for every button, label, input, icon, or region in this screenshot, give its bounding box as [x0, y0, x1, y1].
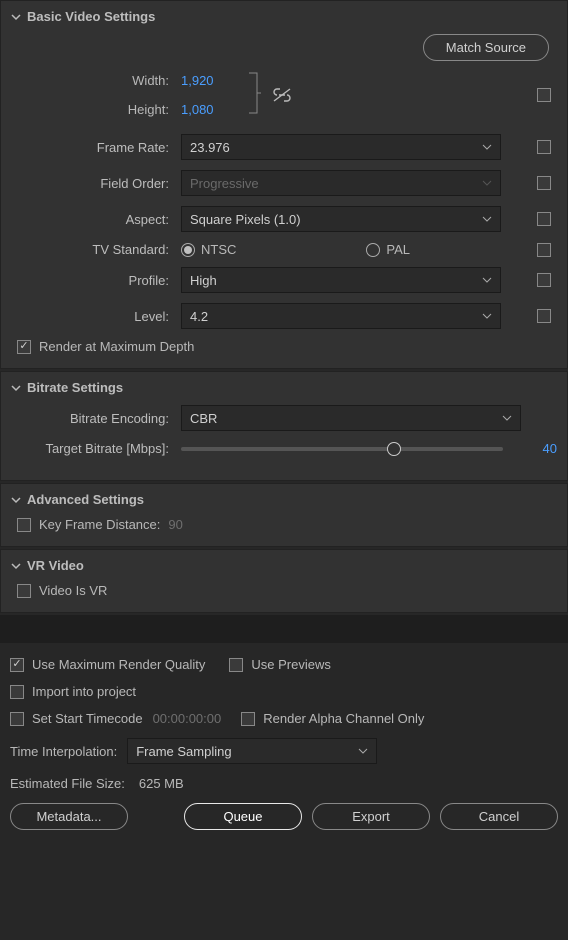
radio-icon: [181, 243, 195, 257]
use-previews-checkbox[interactable]: [229, 658, 243, 672]
advanced-header[interactable]: Advanced Settings: [11, 492, 557, 507]
bitrate-encoding-select[interactable]: CBR: [181, 405, 521, 431]
radio-icon: [366, 243, 380, 257]
footer-panel: Use Maximum Render Quality Use Previews …: [0, 643, 568, 844]
key-frame-distance-label: Key Frame Distance:: [39, 517, 160, 532]
time-interpolation-select[interactable]: Frame Sampling: [127, 738, 377, 764]
aspect-match-checkbox[interactable]: [537, 212, 551, 226]
import-into-project-label: Import into project: [32, 684, 136, 699]
ntsc-radio[interactable]: NTSC: [181, 242, 236, 257]
use-max-render-checkbox[interactable]: [10, 658, 24, 672]
set-start-timecode-label: Set Start Timecode: [32, 711, 143, 726]
chevron-down-icon: [11, 12, 21, 22]
target-bitrate-value[interactable]: 40: [517, 441, 557, 456]
profile-select[interactable]: High: [181, 267, 501, 293]
chevron-down-icon: [502, 413, 512, 423]
render-alpha-label: Render Alpha Channel Only: [263, 711, 424, 726]
vr-video-panel: VR Video Video Is VR: [0, 549, 568, 613]
video-is-vr-checkbox[interactable]: [17, 584, 31, 598]
render-alpha-checkbox[interactable]: [241, 712, 255, 726]
height-value[interactable]: 1,080: [181, 102, 214, 117]
time-interpolation-label: Time Interpolation:: [10, 744, 117, 759]
advanced-title: Advanced Settings: [27, 492, 144, 507]
chevron-down-icon: [482, 311, 492, 321]
field-order-label: Field Order:: [11, 176, 181, 191]
profile-match-checkbox[interactable]: [537, 273, 551, 287]
queue-button[interactable]: Queue: [184, 803, 302, 830]
chevron-down-icon: [11, 383, 21, 393]
profile-label: Profile:: [11, 273, 181, 288]
bitrate-header[interactable]: Bitrate Settings: [11, 380, 557, 395]
level-label: Level:: [11, 309, 181, 324]
aspect-select[interactable]: Square Pixels (1.0): [181, 206, 501, 232]
width-label: Width:: [132, 73, 169, 88]
width-value[interactable]: 1,920: [181, 73, 214, 88]
dimensions-match-checkbox[interactable]: [537, 88, 551, 102]
cancel-button[interactable]: Cancel: [440, 803, 558, 830]
chevron-down-icon: [358, 746, 368, 756]
level-match-checkbox[interactable]: [537, 309, 551, 323]
frame-rate-label: Frame Rate:: [11, 140, 181, 155]
field-order-match-checkbox[interactable]: [537, 176, 551, 190]
basic-video-title: Basic Video Settings: [27, 9, 155, 24]
chevron-down-icon: [482, 275, 492, 285]
vr-header[interactable]: VR Video: [11, 558, 557, 573]
set-start-timecode-checkbox[interactable]: [10, 712, 24, 726]
frame-rate-select[interactable]: 23.976: [181, 134, 501, 160]
slider-thumb[interactable]: [387, 442, 401, 456]
basic-video-settings-panel: Basic Video Settings Match Source Width:…: [0, 0, 568, 369]
chevron-down-icon: [482, 178, 492, 188]
estimated-file-size-value: 625 MB: [139, 776, 184, 791]
use-max-render-label: Use Maximum Render Quality: [32, 657, 205, 672]
advanced-settings-panel: Advanced Settings Key Frame Distance: 90: [0, 483, 568, 547]
bitrate-encoding-label: Bitrate Encoding:: [11, 411, 181, 426]
aspect-label: Aspect:: [11, 212, 181, 227]
link-dimensions-icon[interactable]: [269, 84, 295, 106]
bitrate-title: Bitrate Settings: [27, 380, 123, 395]
tv-standard-match-checkbox[interactable]: [537, 243, 551, 257]
video-is-vr-label: Video Is VR: [39, 583, 107, 598]
export-button[interactable]: Export: [312, 803, 430, 830]
link-bracket-icon: [247, 71, 261, 118]
estimated-file-size-label: Estimated File Size:: [10, 776, 125, 791]
chevron-down-icon: [11, 561, 21, 571]
import-into-project-checkbox[interactable]: [10, 685, 24, 699]
chevron-down-icon: [11, 495, 21, 505]
tv-standard-label: TV Standard:: [11, 242, 181, 257]
match-source-button[interactable]: Match Source: [423, 34, 549, 61]
pal-radio[interactable]: PAL: [366, 242, 410, 257]
start-timecode-value: 00:00:00:00: [153, 711, 222, 726]
field-order-select: Progressive: [181, 170, 501, 196]
render-max-depth-checkbox[interactable]: [17, 340, 31, 354]
render-max-depth-label: Render at Maximum Depth: [39, 339, 194, 354]
vr-title: VR Video: [27, 558, 84, 573]
chevron-down-icon: [482, 142, 492, 152]
metadata-button[interactable]: Metadata...: [10, 803, 128, 830]
use-previews-label: Use Previews: [251, 657, 330, 672]
key-frame-distance-checkbox[interactable]: [17, 518, 31, 532]
level-select[interactable]: 4.2: [181, 303, 501, 329]
target-bitrate-slider[interactable]: [181, 447, 503, 451]
frame-rate-match-checkbox[interactable]: [537, 140, 551, 154]
height-label: Height:: [128, 102, 169, 117]
basic-video-header[interactable]: Basic Video Settings: [11, 9, 557, 24]
key-frame-distance-value: 90: [168, 517, 182, 532]
bitrate-settings-panel: Bitrate Settings Bitrate Encoding: CBR T…: [0, 371, 568, 481]
chevron-down-icon: [482, 214, 492, 224]
target-bitrate-label: Target Bitrate [Mbps]:: [11, 441, 181, 456]
